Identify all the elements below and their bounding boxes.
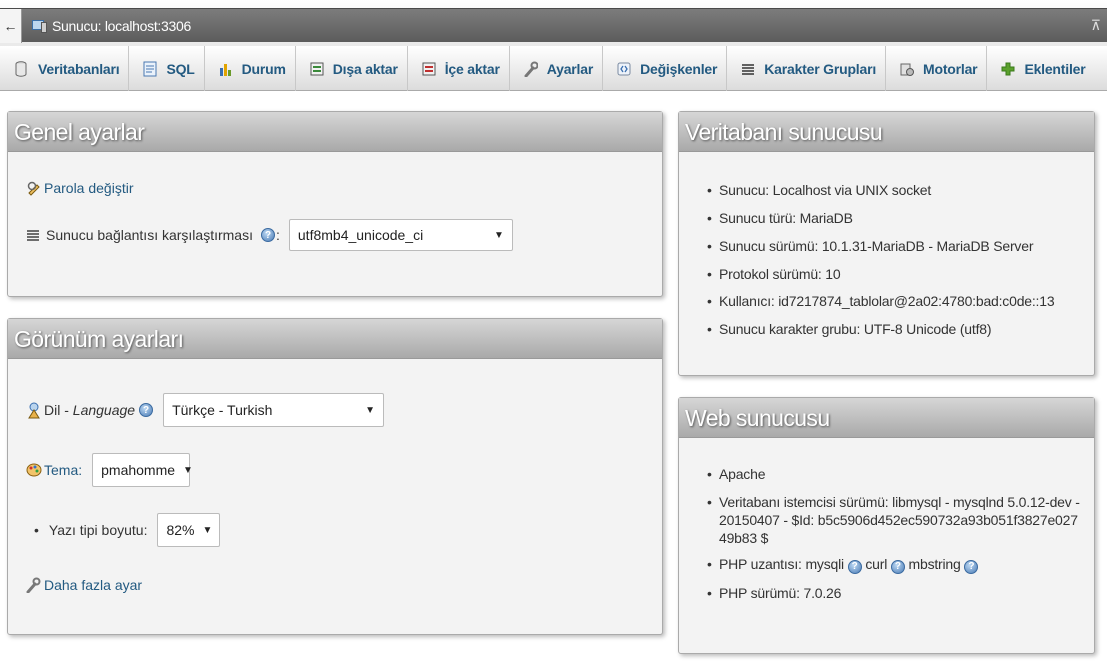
variables-icon: [617, 61, 631, 77]
database-server-panel: Veritabanı sunucusu Sunucu: Localhost vi…: [678, 111, 1095, 376]
appearance-settings-panel: Görünüm ayarları Dil - Language ? Türkçe…: [7, 318, 663, 635]
tab-label: Veritabanları: [38, 60, 120, 77]
change-password-row: Parola değiştir: [26, 180, 134, 196]
collation-select[interactable]: utf8mb4_unicode_ci ▼: [288, 219, 513, 251]
collation-label: Sunucu bağlantısı karşılaştırması: [46, 227, 253, 243]
tab-charsets[interactable]: Karakter Grupları: [727, 46, 887, 91]
theme-palette-icon: [26, 462, 42, 478]
list-item: PHP sürümü: 7.0.26: [679, 584, 1091, 602]
tab-label: İçe aktar: [444, 60, 500, 77]
tab-sql[interactable]: SQL: [129, 46, 205, 91]
back-arrow-icon[interactable]: ←: [0, 8, 22, 43]
dropdown-arrow-icon: ▼: [493, 229, 504, 241]
plugins-icon: [1001, 61, 1015, 77]
php-extension-label: PHP uzantısı:: [719, 556, 802, 572]
tab-plugins[interactable]: Eklentiler: [987, 46, 1094, 91]
theme-row: Tema: pmahomme ▼: [26, 453, 193, 487]
tab-label: Ayarlar: [546, 60, 594, 77]
list-item: Apache: [679, 465, 1091, 483]
tab-label: Motorlar: [923, 60, 978, 77]
tab-label: Değişkenler: [640, 60, 718, 77]
export-icon: [310, 61, 324, 77]
change-password-link[interactable]: Parola değiştir: [44, 180, 134, 196]
main-menu: Veritabanları SQL Durum Dışa aktar İçe a…: [0, 46, 1107, 91]
panel-title: Görünüm ayarları: [8, 319, 662, 359]
select-value: pmahomme: [101, 462, 176, 478]
help-icon[interactable]: ?: [139, 403, 154, 417]
dropdown-arrow-icon: ▼: [365, 404, 376, 416]
tab-label: Durum: [241, 60, 286, 77]
collation-icon: [26, 228, 42, 242]
more-settings-link[interactable]: Daha fazla ayar: [44, 577, 142, 593]
help-icon[interactable]: ?: [890, 560, 905, 574]
tab-engines[interactable]: Motorlar: [886, 46, 988, 91]
help-icon[interactable]: ?: [261, 228, 275, 242]
php-extension-curl: curl: [865, 556, 888, 572]
language-row: Dil - Language ? Türkçe - Turkish ▼: [26, 393, 385, 427]
wrench-icon: [26, 577, 42, 594]
select-value: Türkçe - Turkish: [172, 402, 273, 418]
font-size-label: Yazı tipi boyutu:: [48, 522, 148, 538]
tab-label: Dışa aktar: [332, 60, 398, 77]
dropdown-arrow-icon: ▼: [202, 524, 213, 536]
list-item: Sunucu: Localhost via UNIX socket: [679, 181, 1089, 199]
help-icon[interactable]: ?: [847, 560, 862, 574]
server-breadcrumb-link[interactable]: Sunucu: localhost:3306: [52, 18, 191, 34]
dropdown-arrow-icon: ▼: [183, 464, 193, 476]
panel-title: Web sunucusu: [679, 398, 1094, 438]
list-item: Veritabanı istemcisi sürümü: libmysql - …: [679, 493, 1091, 547]
tab-settings[interactable]: Ayarlar: [510, 46, 604, 91]
tab-label: Eklentiler: [1024, 60, 1086, 77]
collation-row: Sunucu bağlantısı karşılaştırması ? : ut…: [26, 219, 513, 251]
font-size-row: • Yazı tipi boyutu: 82% ▼: [34, 513, 221, 547]
db-server-info-list: Sunucu: Localhost via UNIX socket Sunucu…: [679, 181, 1089, 338]
php-extension-mbstring: mbstring: [908, 556, 961, 572]
list-item: Protokol sürümü: 10: [679, 265, 1089, 283]
list-item: Sunucu türü: MariaDB: [679, 209, 1089, 227]
import-icon: [422, 61, 436, 77]
collapse-icon[interactable]: ⊼: [1091, 17, 1101, 34]
password-icon: [26, 180, 42, 196]
tab-status[interactable]: Durum: [205, 46, 296, 91]
web-server-info-list: Apache Veritabanı istemcisi sürümü: libm…: [679, 465, 1091, 602]
web-server-panel: Web sunucusu Apache Veritabanı istemcisi…: [678, 397, 1095, 654]
general-settings-panel: Genel ayarlar Parola değiştir Sunucu bağ…: [7, 111, 663, 297]
tab-export[interactable]: Dışa aktar: [296, 46, 408, 91]
list-item: Sunucu sürümü: 10.1.31-MariaDB - MariaDB…: [679, 237, 1089, 255]
tab-label: SQL: [166, 60, 195, 77]
sql-icon: [143, 61, 157, 77]
panel-title: Veritabanı sunucusu: [679, 112, 1094, 152]
select-value: 82%: [166, 522, 195, 538]
list-item: Sunucu karakter grubu: UTF-8 Unicode (ut…: [679, 320, 1089, 338]
help-icon[interactable]: ?: [964, 560, 979, 574]
engines-icon: [900, 61, 915, 77]
list-item: PHP uzantısı: mysqli ? curl ? mbstring ?: [679, 555, 1091, 574]
tab-variables[interactable]: Değişkenler: [603, 46, 728, 91]
server-breadcrumb-bar: ← Sunucu: localhost:3306 ⊼: [0, 8, 1107, 43]
language-select[interactable]: Türkçe - Turkish ▼: [163, 393, 385, 427]
database-icon: [15, 60, 29, 77]
more-settings-row: Daha fazla ayar: [26, 577, 142, 594]
charset-icon: [741, 61, 755, 77]
wrench-icon: [524, 61, 539, 77]
tab-import[interactable]: İçe aktar: [408, 46, 510, 91]
server-icon: [32, 19, 48, 33]
php-extension-mysqli: mysqli: [805, 556, 844, 572]
list-item: Kullanıcı: id7217874_tablolar@2a02:4780:…: [679, 292, 1089, 310]
theme-select[interactable]: pmahomme ▼: [92, 453, 193, 487]
panel-title: Genel ayarlar: [8, 112, 662, 152]
language-icon: [26, 401, 42, 419]
select-value: utf8mb4_unicode_ci: [297, 227, 424, 243]
status-icon: [219, 61, 233, 77]
language-label: Dil - Language: [44, 402, 136, 418]
tab-label: Karakter Grupları: [764, 60, 877, 77]
font-size-select[interactable]: 82% ▼: [157, 513, 221, 547]
theme-label-link[interactable]: Tema:: [44, 462, 82, 478]
tab-databases[interactable]: Veritabanları: [0, 46, 130, 91]
